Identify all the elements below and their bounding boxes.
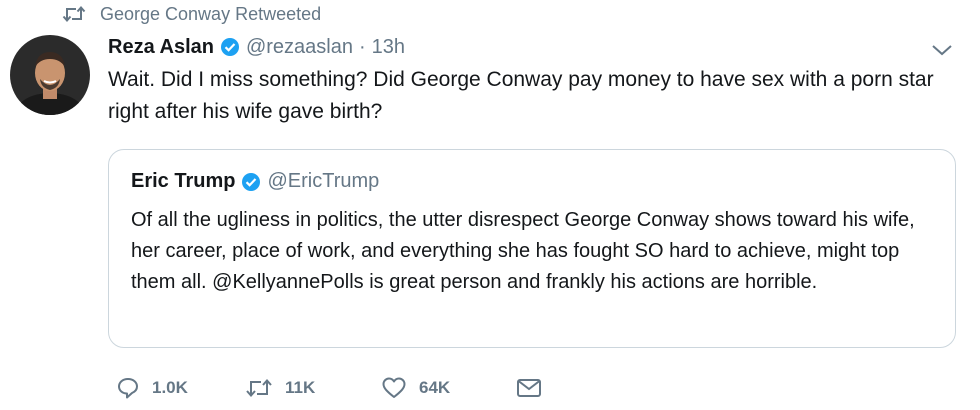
retweet-context[interactable]: George Conway Retweeted xyxy=(62,3,321,25)
reply-button[interactable]: 1.0K xyxy=(116,372,188,404)
like-button[interactable]: 64K xyxy=(381,372,450,404)
tweet-timestamp[interactable]: 13h xyxy=(372,36,405,59)
separator-dot: · xyxy=(359,35,366,58)
author-name[interactable]: Reza Aslan xyxy=(108,36,214,59)
verified-badge-icon xyxy=(241,172,261,192)
avatar[interactable] xyxy=(10,35,90,115)
retweet-count: 11K xyxy=(285,378,316,397)
retweet-icon xyxy=(245,377,285,399)
quoted-tweet-text: Of all the ugliness in politics, the utt… xyxy=(131,209,915,293)
reply-count: 1.0K xyxy=(152,378,188,397)
tweet-text: Wait. Did I miss something? Did George C… xyxy=(108,68,934,123)
verified-badge-icon xyxy=(220,37,240,57)
quoted-author-handle: @EricTrump xyxy=(267,170,380,192)
like-icon xyxy=(381,376,419,400)
retweet-button[interactable]: 11K xyxy=(245,372,315,404)
direct-message-icon xyxy=(515,377,555,399)
like-count: 64K xyxy=(419,378,451,397)
direct-message-button[interactable] xyxy=(515,372,555,404)
quoted-tweet-header: Eric Trump @EricTrump xyxy=(131,170,379,193)
tweet-header: Reza Aslan @rezaaslan · 13h xyxy=(108,33,405,61)
retweet-icon xyxy=(62,5,100,23)
quoted-tweet-card[interactable]: Eric Trump @EricTrump Of all the uglines… xyxy=(108,149,956,348)
chevron-down-icon[interactable] xyxy=(930,40,954,60)
author-handle[interactable]: @rezaaslan xyxy=(246,36,353,59)
retweet-context-label: George Conway Retweeted xyxy=(100,3,322,24)
quoted-author-name: Eric Trump xyxy=(131,170,236,192)
reply-icon xyxy=(116,376,152,400)
